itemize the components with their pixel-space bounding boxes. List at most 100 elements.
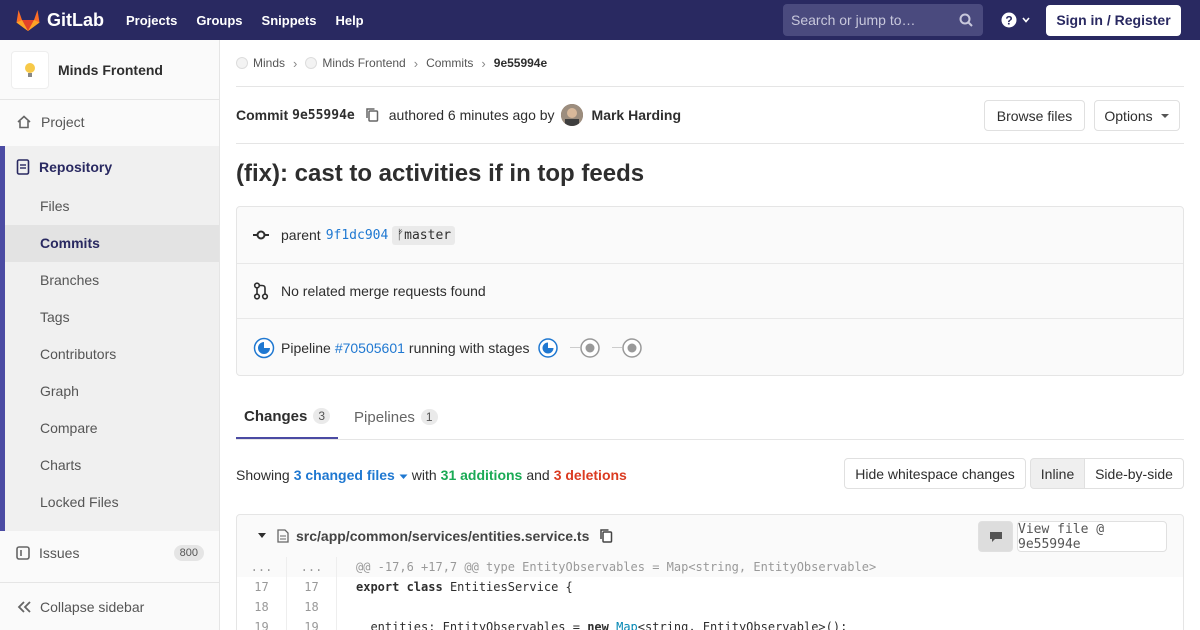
inline-view-button[interactable]: Inline <box>1030 458 1085 489</box>
parent-sha-link[interactable]: 9f1dc904 <box>326 228 389 243</box>
double-chevron-left-icon <box>17 600 31 613</box>
hide-whitespace-button[interactable]: Hide whitespace changes <box>844 458 1026 489</box>
lightbulb-icon <box>25 62 35 77</box>
home-icon <box>17 115 31 129</box>
help-dropdown[interactable]: ? <box>1001 12 1031 28</box>
old-line-number[interactable]: ... <box>237 557 287 577</box>
nav-snippets[interactable]: Snippets <box>262 13 317 28</box>
comments-toggle-button[interactable] <box>978 521 1013 552</box>
file-icon <box>277 529 289 543</box>
stage-running-icon[interactable] <box>537 337 558 358</box>
group-avatar <box>236 57 248 69</box>
project-avatar <box>11 50 49 89</box>
new-line-number[interactable]: ... <box>287 557 337 577</box>
pipeline-id-link[interactable]: #70505601 <box>335 340 405 356</box>
issues-icon <box>16 546 30 560</box>
nav-groups[interactable]: Groups <box>196 13 242 28</box>
author-photo <box>560 104 583 126</box>
breadcrumb-label: Minds Frontend <box>322 56 406 70</box>
branch-icon: ᚠ <box>396 227 405 243</box>
changed-files-dropdown[interactable]: 3 changed files <box>294 467 408 483</box>
breadcrumb-item[interactable]: Minds <box>236 56 285 70</box>
sidebar-project-header[interactable]: Minds Frontend <box>0 40 219 100</box>
commit-label: Commit <box>236 107 289 123</box>
project-name: Minds Frontend <box>58 61 163 78</box>
old-line-number[interactable]: 18 <box>237 597 287 617</box>
document-icon <box>16 159 30 175</box>
diff-line: 17 17 export class EntitiesService { <box>237 577 1183 597</box>
sidebar-item-charts[interactable]: Charts <box>5 447 219 484</box>
changed-files-label: 3 changed files <box>293 466 395 483</box>
options-dropdown[interactable]: Options <box>1094 100 1180 131</box>
sidebar: Minds Frontend Project Repository Files … <box>0 40 220 630</box>
caret-down-icon <box>399 474 408 479</box>
copy-icon[interactable] <box>599 528 613 544</box>
breadcrumb-item[interactable]: Minds Frontend <box>305 56 406 70</box>
new-line-number[interactable]: 17 <box>287 577 337 597</box>
commit-sha: 9e55994e <box>292 107 355 123</box>
collapse-sidebar-button[interactable]: Collapse sidebar <box>0 582 219 630</box>
breadcrumb-current[interactable]: 9e55994e <box>494 56 547 70</box>
commit-title: (fix): cast to activities if in top feed… <box>236 160 645 187</box>
author-name[interactable]: Mark Harding <box>592 107 681 123</box>
chevron-down-icon <box>1022 17 1030 23</box>
browse-files-button[interactable]: Browse files <box>984 100 1085 131</box>
side-by-side-button[interactable]: Side-by-side <box>1084 458 1184 489</box>
sidebar-item-compare[interactable]: Compare <box>5 410 219 447</box>
comment-icon <box>989 531 1002 542</box>
pipeline-status-text: running with stages <box>408 339 530 356</box>
parent-row: parent 9f1dc904 ᚠmaster <box>237 207 1183 264</box>
caret-down-icon[interactable] <box>257 532 267 540</box>
new-line-number[interactable]: 19 <box>287 617 337 630</box>
tab-changes[interactable]: Changes 3 <box>236 395 339 439</box>
old-line-number[interactable]: 19 <box>237 617 287 630</box>
sidebar-item-graph[interactable]: Graph <box>5 373 219 410</box>
search-input[interactable]: Search or jump to… <box>783 4 983 36</box>
gitlab-logo[interactable]: GitLab <box>16 9 104 31</box>
options-label: Options <box>1104 107 1153 124</box>
pipeline-row: Pipeline #70505601 running with stages <box>237 319 1183 376</box>
pipeline-stages <box>537 337 654 358</box>
avatar[interactable] <box>560 104 583 126</box>
nav-help[interactable]: Help <box>335 13 363 28</box>
breadcrumb-item[interactable]: Commits <box>426 56 473 70</box>
file-path[interactable]: src/app/common/services/entities.service… <box>296 528 589 544</box>
sidebar-item-commits[interactable]: Commits <box>5 225 219 262</box>
old-line-number[interactable]: 17 <box>237 577 287 597</box>
main-content: Minds › Minds Frontend › Commits › 9e559… <box>236 40 1184 630</box>
stage-created-icon[interactable] <box>579 337 600 358</box>
with-text: with <box>411 466 437 483</box>
merge-request-icon <box>253 282 269 300</box>
stage-connector <box>569 347 580 348</box>
tab-label: Changes <box>244 407 308 425</box>
pipeline-running-icon[interactable] <box>253 337 275 359</box>
diff-line: 19 19 entities: EntityObservables = new … <box>237 617 1183 630</box>
issues-count-badge: 800 <box>173 545 204 561</box>
additions-count: 31 additions <box>440 466 523 483</box>
line-code: entities: EntityObservables = new Map<st… <box>356 620 848 630</box>
sidebar-item-contributors[interactable]: Contributors <box>5 336 219 373</box>
sidebar-item-repository[interactable]: Repository <box>5 146 219 188</box>
stage-connector <box>611 347 622 348</box>
sidebar-item-tags[interactable]: Tags <box>5 299 219 336</box>
tab-pipelines[interactable]: Pipelines 1 <box>346 395 446 439</box>
nav-projects[interactable]: Projects <box>126 13 177 28</box>
sign-in-button[interactable]: Sign in / Register <box>1046 5 1181 36</box>
branch-chip[interactable]: ᚠmaster <box>392 225 456 245</box>
sidebar-item-issues[interactable]: Issues 800 <box>0 533 219 573</box>
stage-created-icon[interactable] <box>621 337 642 358</box>
new-line-number[interactable]: 18 <box>287 597 337 617</box>
and-text: and <box>526 466 550 483</box>
commit-tabs: Changes 3 Pipelines 1 <box>236 376 1184 440</box>
chevron-right-icon: › <box>293 55 298 71</box>
sidebar-item-files[interactable]: Files <box>5 188 219 225</box>
branch-name: master <box>404 227 452 243</box>
caret-down-icon <box>1160 113 1169 118</box>
sidebar-item-locked-files[interactable]: Locked Files <box>5 484 219 521</box>
copy-icon[interactable] <box>365 107 379 123</box>
sidebar-item-branches[interactable]: Branches <box>5 262 219 299</box>
top-navbar: GitLab Projects Groups Snippets Help Sea… <box>0 0 1200 40</box>
sidebar-item-project[interactable]: Project <box>0 102 219 142</box>
view-file-button[interactable]: View file @ 9e55994e <box>1017 521 1167 552</box>
